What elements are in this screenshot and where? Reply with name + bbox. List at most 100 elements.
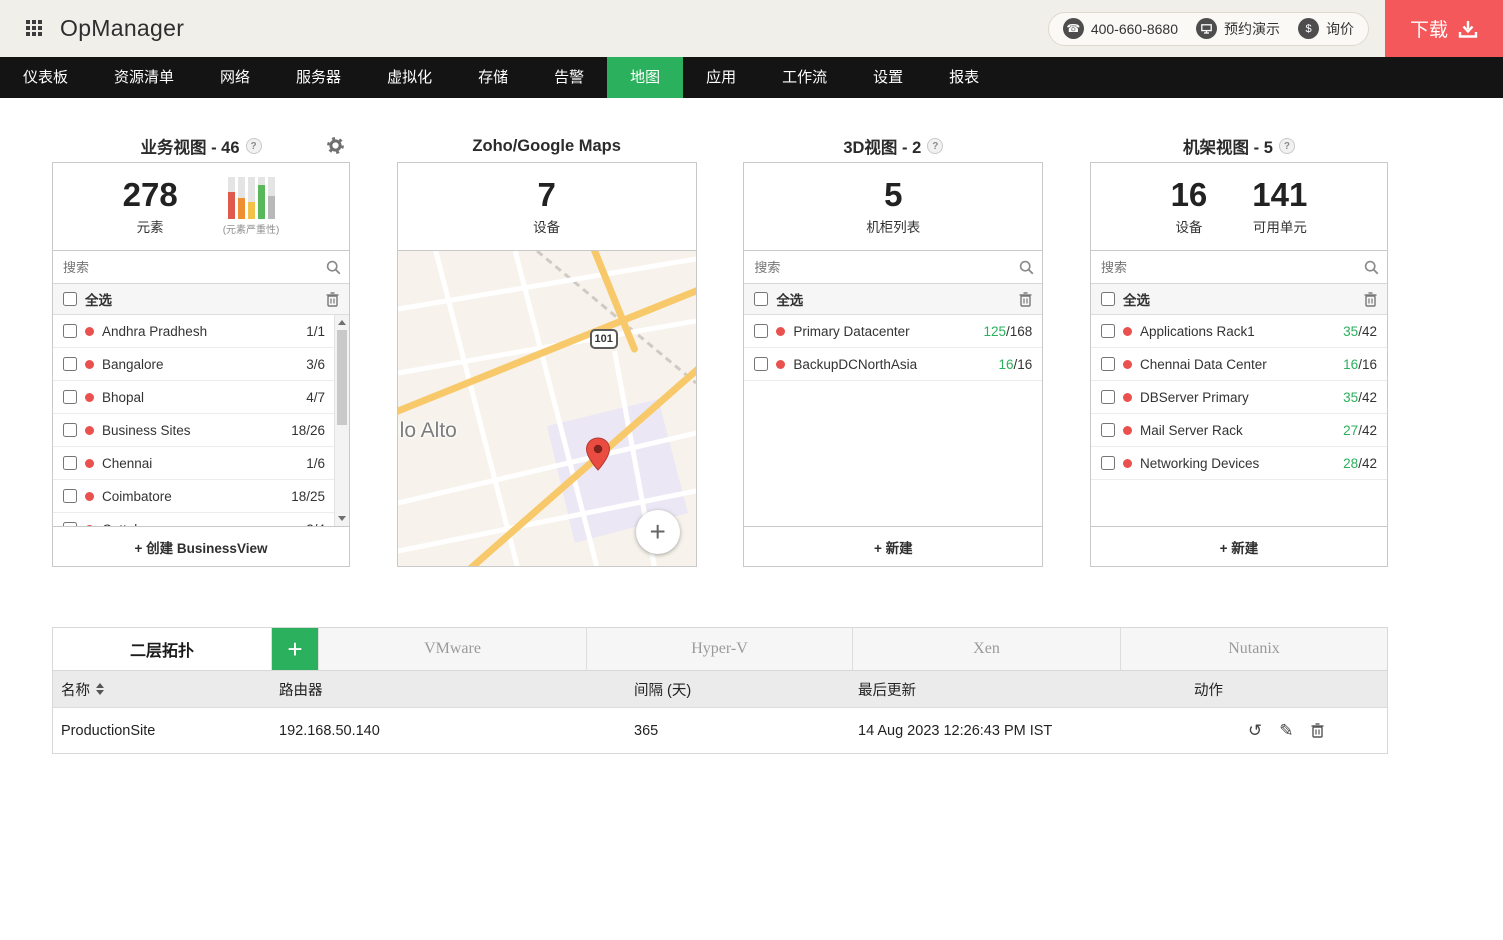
list-item[interactable]: Bangalore 3/6 — [53, 348, 349, 381]
nav-tab[interactable]: 设置 — [850, 57, 926, 98]
create-businessview-button[interactable]: + 创建 BusinessView — [53, 526, 349, 566]
nav-tab-label: 存储 — [478, 69, 508, 86]
item-checkbox[interactable] — [1101, 390, 1115, 404]
list-item[interactable]: BackupDCNorthAsia 16/16 — [744, 348, 1042, 381]
row-name: ProductionSite — [61, 723, 155, 739]
trash-icon[interactable] — [1019, 292, 1032, 307]
nav-tab[interactable]: 存储 — [455, 57, 531, 98]
item-name: Bangalore — [102, 357, 298, 372]
tab-vmware[interactable]: VMware — [319, 628, 587, 670]
column-actions: 动作 — [1194, 679, 1223, 700]
severity-bar — [258, 177, 265, 219]
list-item[interactable]: Applications Rack1 35/42 — [1091, 315, 1387, 348]
business-search-input[interactable] — [53, 251, 349, 283]
select-all-checkbox[interactable] — [754, 292, 768, 306]
edit-icon[interactable]: ✎ — [1279, 722, 1293, 739]
rack-views-search-input[interactable] — [1091, 251, 1387, 283]
item-checkbox[interactable] — [63, 357, 77, 371]
item-checkbox[interactable] — [1101, 423, 1115, 437]
list-item[interactable]: Mail Server Rack 27/42 — [1091, 414, 1387, 447]
nav-tab[interactable]: 工作流 — [759, 57, 850, 98]
inquiry-link[interactable]: $ 询价 — [1298, 18, 1354, 39]
select-all-checkbox[interactable] — [1101, 292, 1115, 306]
select-all-checkbox[interactable] — [63, 292, 77, 306]
list-item[interactable]: Bhopal 4/7 — [53, 381, 349, 414]
app-launcher-grid-icon[interactable] — [26, 20, 44, 38]
trash-icon[interactable] — [326, 292, 339, 307]
scrollbar-thumb[interactable] — [337, 330, 347, 425]
list-item[interactable]: Cuttak 3/4 — [53, 513, 349, 526]
nav-tab[interactable]: 网络 — [197, 57, 273, 98]
scroll-down-icon[interactable] — [338, 516, 346, 521]
sort-icon[interactable] — [96, 683, 104, 695]
item-checkbox[interactable] — [754, 324, 768, 338]
tab-xen[interactable]: Xen — [853, 628, 1121, 670]
help-icon[interactable]: ? — [927, 138, 943, 154]
status-dot — [776, 327, 785, 336]
nav-tab[interactable]: 服务器 — [273, 57, 364, 98]
add-topology-button[interactable]: + — [272, 628, 319, 670]
list-item[interactable]: Primary Datacenter 125/168 — [744, 315, 1042, 348]
nav-tab[interactable]: 告警 — [531, 57, 607, 98]
table-row[interactable]: ProductionSite 192.168.50.140 365 14 Aug… — [53, 708, 1387, 753]
status-dot — [85, 492, 94, 501]
3d-views-search-input[interactable] — [744, 251, 1042, 283]
item-count: 18/25 — [291, 489, 325, 504]
help-icon[interactable]: ? — [1279, 138, 1295, 154]
nav-tab[interactable]: 应用 — [683, 57, 759, 98]
item-checkbox[interactable] — [63, 522, 77, 526]
item-count: 3/6 — [306, 357, 325, 372]
item-checkbox[interactable] — [63, 324, 77, 338]
nav-tab[interactable]: 虚拟化 — [364, 57, 455, 98]
list-item[interactable]: Chennai 1/6 — [53, 447, 349, 480]
business-views-list: Andhra Pradhesh 1/1 Bangalore 3/6 — [53, 315, 349, 526]
rack-views-panel: 机架视图 - 5 ? 16 设备 141 可用单元 — [1090, 132, 1388, 567]
item-checkbox[interactable] — [63, 456, 77, 470]
phone-contact[interactable]: ☎ 400-660-8680 — [1063, 18, 1178, 39]
scrollbar[interactable] — [334, 315, 349, 526]
tab-nutanix[interactable]: Nutanix — [1121, 628, 1387, 670]
item-checkbox[interactable] — [754, 357, 768, 371]
rediscover-icon[interactable]: ↺ — [1248, 722, 1262, 739]
severity-chart — [223, 177, 280, 219]
item-checkbox[interactable] — [63, 489, 77, 503]
tab-layer2-topology[interactable]: 二层拓扑 — [53, 628, 272, 670]
trash-icon[interactable] — [1364, 292, 1377, 307]
widgets-row: 业务视图 - 46 ? 278 元素 (元素严重性) — [52, 132, 1388, 567]
item-checkbox[interactable] — [63, 390, 77, 404]
book-demo-link[interactable]: 预约演示 — [1196, 18, 1280, 39]
panel-title: 机架视图 - 5 — [1183, 134, 1273, 158]
new-3d-view-button[interactable]: + 新建 — [744, 526, 1042, 566]
item-checkbox[interactable] — [63, 423, 77, 437]
list-item[interactable]: Business Sites 18/26 — [53, 414, 349, 447]
map-pin-icon[interactable] — [585, 437, 611, 476]
business-views-panel: 业务视图 - 46 ? 278 元素 (元素严重性) — [52, 132, 350, 567]
list-item[interactable]: Coimbatore 18/25 — [53, 480, 349, 513]
item-checkbox[interactable] — [1101, 324, 1115, 338]
book-demo-label: 预约演示 — [1224, 19, 1280, 39]
select-all-label: 全选 — [1123, 289, 1150, 309]
map-canvas[interactable]: 101 lo Alto + — [398, 251, 696, 566]
help-icon[interactable]: ? — [246, 138, 262, 154]
nav-tab[interactable]: 仪表板 — [0, 57, 91, 98]
new-rack-view-button[interactable]: + 新建 — [1091, 526, 1387, 566]
list-item[interactable]: DBServer Primary 35/42 — [1091, 381, 1387, 414]
download-button[interactable]: 下载 — [1385, 0, 1503, 57]
nav-tab[interactable]: 地图 — [607, 57, 683, 98]
map-zoom-in-button[interactable]: + — [636, 510, 680, 554]
item-count: 4/7 — [306, 390, 325, 405]
tab-hyperv[interactable]: Hyper-V — [587, 628, 853, 670]
delete-icon[interactable] — [1311, 723, 1324, 738]
monitor-icon — [1196, 18, 1217, 39]
severity-bar — [268, 177, 275, 219]
item-checkbox[interactable] — [1101, 357, 1115, 371]
list-item[interactable]: Networking Devices 28/42 — [1091, 447, 1387, 480]
nav-tab[interactable]: 报表 — [926, 57, 1002, 98]
download-label: 下载 — [1410, 15, 1448, 42]
list-item[interactable]: Andhra Pradhesh 1/1 — [53, 315, 349, 348]
gear-icon[interactable] — [327, 137, 344, 159]
list-item[interactable]: Chennai Data Center 16/16 — [1091, 348, 1387, 381]
scroll-up-icon[interactable] — [338, 320, 346, 325]
nav-tab[interactable]: 资源清单 — [91, 57, 197, 98]
item-checkbox[interactable] — [1101, 456, 1115, 470]
